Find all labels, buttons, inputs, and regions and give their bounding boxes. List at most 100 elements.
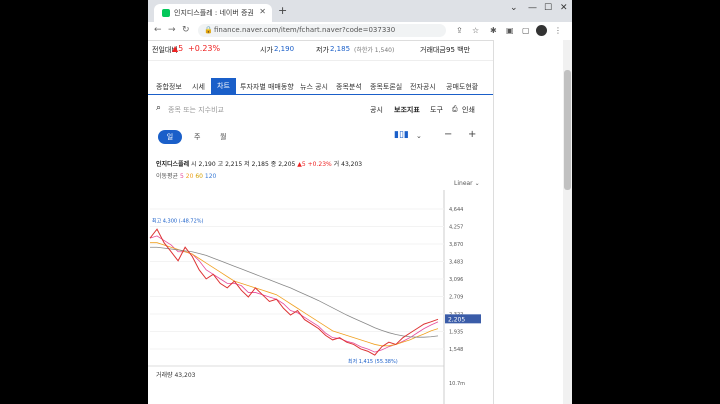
stock-name: 인지디스플레	[156, 161, 190, 168]
summary-amount: 95 백만	[446, 46, 471, 54]
tab-title: 인지디스플레 : 네이버 증권	[174, 9, 254, 17]
scale-label: Linear	[454, 180, 473, 187]
ohlc-vol-label: 거	[333, 161, 340, 168]
ma-120[interactable]: 120	[205, 173, 216, 180]
tab-price[interactable]: 시세	[192, 82, 205, 92]
price-chart[interactable]: 4,6444,2573,8703,4833,0962,7092,3221,935…	[148, 190, 493, 404]
summary-open: 2,190	[274, 45, 295, 53]
ohlc-low-label: 저	[244, 161, 250, 168]
maximize-icon[interactable]: ☐	[544, 3, 552, 13]
minimize-icon[interactable]: —	[528, 3, 537, 13]
summary-change-pct: +0.23%	[188, 44, 221, 53]
ohlc-change-pct: +0.23%	[307, 161, 332, 168]
price-tick-label: 4,257	[449, 225, 463, 231]
candle-type-icon[interactable]: ▮▯▮	[394, 130, 409, 140]
extension-icon[interactable]: ✱	[490, 26, 497, 35]
volume-label: 거래량	[156, 372, 173, 379]
summary-low: 2,185	[330, 45, 351, 53]
tab-chart[interactable]: 차트	[211, 78, 236, 94]
volume-axis-label: 10.7m	[449, 381, 465, 387]
ma-60[interactable]: 60	[195, 173, 203, 180]
tab-bar: 인지디스플레 : 네이버 증권 ✕ + ⌄ — ☐ ✕	[148, 0, 572, 22]
volume-readout: 거래량 43,203	[156, 370, 195, 379]
search-icon[interactable]: ⌕	[156, 103, 161, 113]
price-line	[149, 228, 439, 356]
disclosure-button[interactable]: 공시	[370, 105, 383, 115]
indicators-button[interactable]: 보조지표	[394, 105, 420, 115]
sidepanel-icon[interactable]: ▣	[506, 26, 514, 35]
scale-selector[interactable]: Linear ⌄	[454, 180, 480, 187]
print-icon[interactable]: ⎙	[452, 105, 458, 114]
open-label: 시가	[260, 46, 273, 54]
ohlc-high: 2,215	[225, 161, 243, 168]
new-tab-icon[interactable]: +	[278, 4, 287, 17]
tools-button[interactable]: 도구	[430, 105, 443, 115]
price-tick-label: 1,548	[449, 347, 463, 353]
tab-investor[interactable]: 투자자별 매매동향	[240, 82, 294, 92]
scrollbar[interactable]	[563, 40, 572, 404]
price-tick-label: 4,644	[449, 207, 463, 213]
zoom-in-icon[interactable]: +	[468, 129, 476, 140]
chevron-down-icon[interactable]: ⌄	[416, 132, 422, 140]
tab-overview[interactable]: 종합정보	[156, 82, 182, 92]
back-icon[interactable]: ←	[154, 25, 162, 35]
chart-toolbar: ⌕ 종목 또는 지수비교 공시 보조지표 도구 ⎙ 인쇄	[148, 102, 493, 118]
ma-5[interactable]: 5	[180, 173, 184, 180]
tab-news[interactable]: 뉴스 공시	[300, 82, 328, 92]
ohlc-open: 2,190	[198, 161, 216, 168]
price-tick-label: 3,483	[449, 260, 463, 266]
profile-avatar[interactable]	[536, 25, 547, 36]
tab-edisclosure[interactable]: 전자공시	[410, 82, 436, 92]
summary-change: ▲5	[172, 44, 184, 53]
amount-label: 거래대금	[420, 46, 446, 54]
period-day[interactable]: 일	[158, 130, 182, 144]
moving-average-legend: 이동평균 5 20 60 120	[156, 171, 216, 180]
tab-discussion[interactable]: 종목토론실	[370, 82, 402, 92]
ma-5-line	[149, 235, 439, 353]
min-price-label: 최저 1,415 (55.38%)	[348, 358, 398, 365]
ma-label: 이동평균	[156, 173, 179, 180]
zoom-out-icon[interactable]: −	[444, 129, 452, 140]
forward-icon[interactable]: →	[168, 25, 176, 35]
panel-icon[interactable]: ▢	[522, 26, 530, 35]
ohlc-close-label: 종	[270, 161, 277, 168]
naver-favicon-icon	[162, 9, 170, 17]
reload-icon[interactable]: ↻	[182, 25, 190, 35]
ohlc-readout: 인지디스플레 시 2,190 고 2,215 저 2,185 종 2,205 ▲…	[156, 159, 362, 168]
price-tick-label: 1,935	[449, 330, 463, 336]
last-price-label: 2,205	[448, 316, 465, 323]
browser-window: 인지디스플레 : 네이버 증권 ✕ + ⌄ — ☐ ✕ ← → ↻ 🔒 fina…	[148, 0, 572, 404]
volume-value: 43,203	[174, 372, 196, 379]
right-sidebar	[493, 40, 564, 404]
tab-shortselling[interactable]: 공매도현황	[446, 82, 478, 92]
max-price-label: 최고 4,300 (-48.72%)	[152, 218, 204, 225]
browser-tab[interactable]: 인지디스플레 : 네이버 증권 ✕	[154, 4, 272, 22]
page-viewport: 전일대비 ▲5 +0.23% 시가 2,190 저가 2,185 (하한가 1,…	[148, 40, 572, 404]
compare-search-input[interactable]: 종목 또는 지수비교	[168, 105, 224, 115]
lock-icon: 🔒	[204, 26, 213, 34]
period-week[interactable]: 주	[194, 132, 200, 142]
bookmark-star-icon[interactable]: ☆	[472, 26, 479, 35]
ohlc-low: 2,185	[251, 161, 269, 168]
url-field[interactable]: 🔒 finance.naver.com/item/fchart.naver?co…	[198, 24, 446, 37]
period-selector: 일 주 월 ▮▯▮ ⌄ − +	[148, 128, 493, 146]
period-month[interactable]: 월	[220, 132, 226, 142]
ma-20[interactable]: 20	[186, 173, 194, 180]
price-tick-label: 3,096	[449, 277, 463, 283]
ohlc-open-label: 시	[191, 161, 197, 168]
tab-close-icon[interactable]: ✕	[259, 7, 266, 16]
low-label: 저가	[316, 46, 329, 54]
share-icon[interactable]: ⇪	[456, 26, 463, 35]
price-tick-label: 2,709	[449, 295, 463, 301]
close-window-icon[interactable]: ✕	[560, 3, 568, 13]
print-button[interactable]: 인쇄	[462, 105, 475, 115]
scrollbar-thumb[interactable]	[564, 70, 571, 190]
url-text: finance.naver.com/item/fchart.naver?code…	[214, 26, 396, 34]
address-bar: ← → ↻ 🔒 finance.naver.com/item/fchart.na…	[148, 22, 572, 41]
menu-dots-icon[interactable]: ⋮	[554, 26, 562, 35]
ohlc-high-label: 고	[217, 161, 224, 168]
ohlc-change: ▲5	[297, 161, 306, 168]
tab-analysis[interactable]: 종목분석	[336, 82, 362, 92]
chevron-down-icon[interactable]: ⌄	[510, 3, 518, 13]
summary-low-limit: (하한가 1,540)	[354, 47, 395, 54]
